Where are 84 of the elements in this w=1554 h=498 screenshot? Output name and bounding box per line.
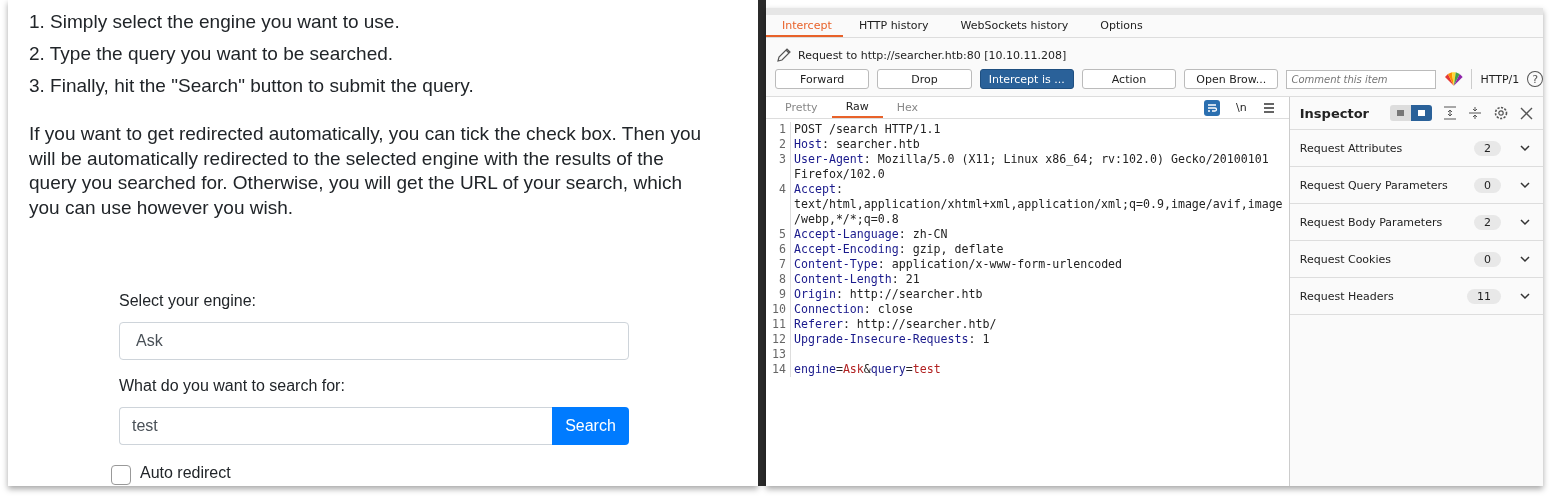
inspector-section[interactable]: Request Cookies 0 [1289, 241, 1543, 278]
engine-label: Select your engine: [119, 292, 257, 310]
highlight-color-icon[interactable] [1443, 71, 1464, 87]
code-line: engine=Ask&query=test [793, 362, 942, 377]
instruction-step: 3. Finally, hit the "Search" button to submit the query. [29, 75, 758, 97]
chevron-icon [1519, 144, 1531, 152]
toolbar-button[interactable]: Action [1081, 69, 1177, 89]
code-line: Content-Length: 21 [793, 272, 921, 287]
editor-tab[interactable]: Hex [882, 98, 933, 117]
toolbar-button[interactable]: Intercept is ... [979, 69, 1074, 89]
editor-tab[interactable]: Raw [831, 97, 883, 118]
line-number: 9 [766, 287, 791, 302]
proxy-tab[interactable]: HTTP history [843, 15, 945, 37]
inspector-section[interactable]: Request Query Parameters 0 [1289, 167, 1543, 204]
line-number: 3 [766, 152, 791, 182]
chevron-icon [1519, 218, 1531, 226]
instruction-step: 1. Simply select the engine you want to use. [29, 11, 758, 33]
query-input[interactable]: test [119, 407, 552, 445]
inspector-section[interactable]: Request Headers 11 [1289, 278, 1543, 315]
chevron-icon [1519, 255, 1531, 263]
line-number: 1 [766, 122, 791, 137]
code-line: POST /search HTTP/1.1 [793, 122, 942, 137]
inspector-section[interactable]: Request Attributes 2 [1289, 130, 1543, 167]
instruction-step: 2. Type the query you want to be searched. [29, 43, 758, 65]
section-count: 0 [1474, 177, 1501, 193]
auto-redirect-label: Auto redirect [140, 464, 231, 482]
line-number: 8 [766, 272, 791, 287]
code-line: Accept: text/html,application/xhtml+xml,application/xml;q=0.9,image/avif,image/webp,*/*;q=0.8 [793, 182, 1284, 227]
pencil-icon [776, 47, 792, 63]
instruction-paragraph: If you want to get redirected automatically, you can tick the check box. Then you will be automatically redirected to the selected engine with the results of the query you searched for. Otherwise, you will get the URL of your search, which you can use however you wish. [29, 122, 703, 220]
code-line: Content-Type: application/x-www-form-urlencoded [793, 257, 1124, 272]
search-button[interactable]: Search [552, 407, 629, 445]
line-number: 14 [766, 362, 791, 377]
line-number: 2 [766, 137, 791, 152]
code-line: Connection: close [793, 302, 914, 317]
comment-field[interactable]: Comment this item [1286, 69, 1436, 89]
line-number: 12 [766, 332, 791, 347]
inspector-section[interactable]: Request Body Parameters 2 [1289, 204, 1543, 241]
toolbar-button[interactable]: Drop [877, 69, 972, 89]
section-count: 11 [1467, 288, 1501, 304]
code-line: Accept-Language: zh-CN [793, 227, 949, 242]
proxy-tab[interactable]: WebSockets history [944, 15, 1085, 37]
auto-redirect-checkbox[interactable] [111, 465, 131, 485]
menu-icon[interactable] [1262, 101, 1275, 114]
section-name: Request Attributes [1299, 141, 1404, 155]
newline-toggle[interactable]: \n [1236, 101, 1247, 114]
code-line: Upgrade-Insecure-Requests: 1 [793, 332, 991, 347]
code-line: Accept-Encoding: gzip, deflate [793, 242, 1005, 257]
wrap-lines-icon[interactable] [1204, 99, 1221, 116]
section-name: Request Cookies [1299, 252, 1393, 266]
chevron-icon [1519, 181, 1531, 189]
layout-toggle[interactable] [1390, 105, 1411, 121]
code-line: User-Agent: Mozilla/5.0 (X11; Linux x86_64; rv:102.0) Gecko/20100101 Firefox/102.0 [793, 152, 1270, 182]
proxy-tab[interactable]: Options [1084, 15, 1159, 37]
collapse-icon[interactable] [1468, 106, 1482, 120]
section-name: Request Body Parameters [1299, 215, 1444, 229]
query-label: What do you want to search for: [119, 377, 346, 395]
line-number: 6 [766, 242, 791, 257]
line-number: 5 [766, 227, 791, 242]
close-icon[interactable] [1520, 106, 1533, 120]
line-number: 7 [766, 257, 791, 272]
section-name: Request Query Parameters [1299, 178, 1449, 192]
code-line: Origin: http://searcher.htb [793, 287, 984, 302]
code-line: Referer: http://searcher.htb/ [793, 317, 998, 332]
chevron-icon [1519, 292, 1531, 300]
engine-select[interactable]: Ask [119, 322, 629, 360]
line-number: 13 [766, 347, 791, 362]
line-number: 4 [766, 182, 791, 227]
inspector-title: Inspector [1299, 105, 1369, 121]
protocol-label[interactable]: HTTP/1 [1480, 72, 1520, 86]
code-line: Host: searcher.htb [793, 137, 921, 152]
request-target: Request to http://searcher.htb:80 [10.10.11.208] [798, 48, 1067, 62]
toolbar-button[interactable]: Open Brow... [1184, 69, 1279, 89]
section-name: Request Headers [1299, 289, 1395, 303]
expand-icon[interactable] [1443, 106, 1457, 120]
section-count: 2 [1474, 214, 1501, 230]
toolbar-button[interactable]: Forward [775, 69, 870, 89]
section-count: 0 [1474, 251, 1501, 267]
editor-tab[interactable]: Pretty [771, 98, 832, 117]
layout-toggle[interactable] [1411, 105, 1432, 121]
settings-icon[interactable] [1493, 105, 1509, 121]
line-number: 11 [766, 317, 791, 332]
line-number: 10 [766, 302, 791, 317]
section-count: 2 [1474, 140, 1501, 156]
